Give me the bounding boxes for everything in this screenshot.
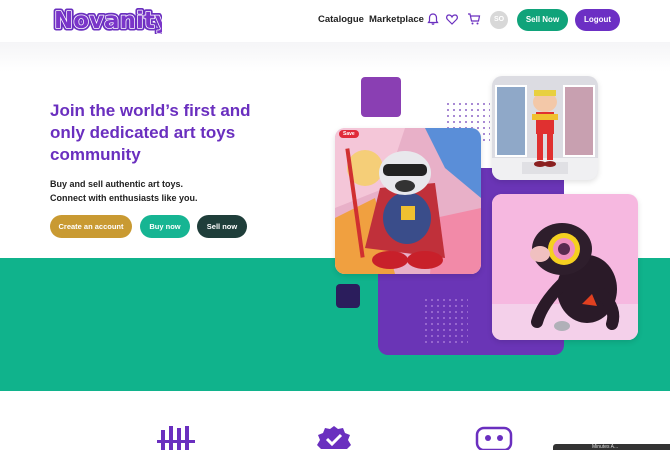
heart-icon[interactable] bbox=[445, 12, 459, 26]
nav-catalogue[interactable]: Catalogue bbox=[318, 14, 364, 25]
novanity-logo[interactable]: Novanity Novanity Novanity bbox=[52, 4, 162, 35]
collage-purple-square bbox=[361, 77, 401, 117]
svg-text:Novanity: Novanity bbox=[54, 8, 162, 34]
top-navbar: Novanity Novanity Novanity Catalogue Mar… bbox=[0, 0, 670, 42]
logout-button[interactable]: Logout bbox=[575, 9, 620, 31]
buy-now-button[interactable]: Buy now bbox=[140, 215, 190, 238]
create-account-button[interactable]: Create an account bbox=[50, 215, 132, 238]
verified-badge-icon bbox=[317, 426, 351, 449]
subtext-line-1: Buy and sell authentic art toys. bbox=[50, 179, 184, 189]
toy-image-monkey[interactable] bbox=[492, 194, 638, 340]
headline-line-3: community bbox=[50, 145, 141, 164]
sell-now-button[interactable]: Sell Now bbox=[517, 9, 568, 31]
headline-line-2: only dedicated art toys bbox=[50, 123, 236, 142]
pinocchio-toy-illustration bbox=[492, 76, 598, 180]
community-icon bbox=[475, 426, 513, 450]
headline-line-1: Join the world’s first and bbox=[50, 101, 251, 120]
overlay-window-title: Minutes A... bbox=[592, 444, 619, 450]
save-badge[interactable]: Save bbox=[339, 130, 359, 138]
nav-marketplace[interactable]: Marketplace bbox=[369, 14, 424, 25]
dot-pattern-bottom bbox=[424, 298, 468, 344]
toy-image-pinocchio[interactable] bbox=[492, 76, 598, 180]
cart-icon[interactable] bbox=[467, 12, 481, 26]
bell-icon[interactable] bbox=[426, 12, 440, 26]
superhero-toy-illustration bbox=[335, 128, 481, 274]
user-avatar[interactable]: SO bbox=[490, 11, 508, 29]
monkey-toy-illustration bbox=[492, 194, 638, 340]
sell-now-hero-button[interactable]: Sell now bbox=[197, 215, 247, 238]
hero-headline: Join the world’s first and only dedicate… bbox=[50, 100, 300, 166]
collage-navy-square bbox=[336, 284, 360, 308]
toy-image-superhero[interactable]: Save bbox=[335, 128, 481, 274]
art-supplies-icon bbox=[157, 426, 195, 450]
hero-subtext: Buy and sell authentic art toys. Connect… bbox=[50, 177, 290, 205]
subtext-line-2: Connect with enthusiasts like you. bbox=[50, 193, 198, 203]
